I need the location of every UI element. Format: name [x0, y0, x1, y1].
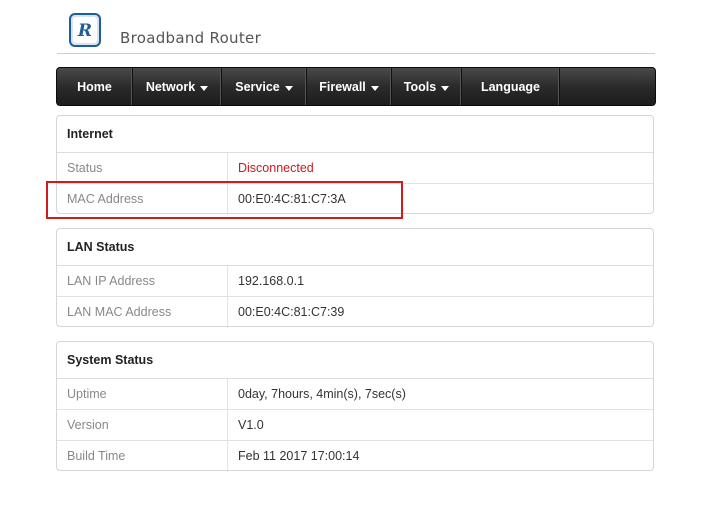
version-label: Version — [57, 410, 228, 440]
lan-ip-label: LAN IP Address — [57, 266, 228, 296]
nav-language[interactable]: Language — [462, 68, 560, 105]
table-row: Uptime 0day, 7hours, 4min(s), 7sec(s) — [57, 379, 653, 410]
table-row: LAN MAC Address 00:E0:4C:81:C7:39 — [57, 297, 653, 328]
lan-panel-title: LAN Status — [57, 229, 653, 266]
lan-mac-label: LAN MAC Address — [57, 297, 228, 328]
lan-mac-value: 00:E0:4C:81:C7:39 — [238, 305, 345, 319]
nav-firewall-label: Firewall — [319, 79, 366, 94]
nav-service[interactable]: Service — [222, 68, 307, 105]
caret-down-icon — [200, 86, 209, 91]
build-time-value: Feb 11 2017 17:00:14 — [238, 449, 360, 463]
table-row: Build Time Feb 11 2017 17:00:14 — [57, 441, 653, 472]
version-value: V1.0 — [238, 418, 264, 432]
status-value: Disconnected — [238, 161, 314, 175]
caret-down-icon — [370, 86, 379, 91]
table-row: Version V1.0 — [57, 410, 653, 441]
table-row: Status Disconnected — [57, 153, 653, 184]
caret-down-icon — [441, 86, 450, 91]
uptime-value: 0day, 7hours, 4min(s), 7sec(s) — [238, 387, 406, 401]
nav-tools[interactable]: Tools — [392, 68, 462, 105]
nav-language-label: Language — [480, 79, 541, 94]
nav-service-label: Service — [235, 79, 280, 94]
system-panel-title: System Status — [57, 342, 653, 379]
main-nav: Home Network Service Firewall Tools Lang… — [56, 67, 656, 106]
table-row: MAC Address 00:E0:4C:81:C7:3A — [57, 184, 653, 215]
system-status-panel: System Status Uptime 0day, 7hours, 4min(… — [56, 341, 654, 472]
router-logo-icon: R — [69, 13, 101, 47]
caret-down-icon — [284, 86, 293, 91]
mac-address-label: MAC Address — [57, 184, 228, 215]
lan-status-panel: LAN Status LAN IP Address 192.168.0.1 LA… — [56, 228, 654, 328]
nav-home-label: Home — [77, 79, 112, 94]
lan-ip-value: 192.168.0.1 — [238, 274, 305, 288]
nav-network-label: Network — [145, 79, 196, 94]
nav-home[interactable]: Home — [57, 68, 133, 105]
mac-address-value: 00:E0:4C:81:C7:3A — [238, 192, 346, 206]
logo-letter: R — [77, 21, 92, 41]
brand-title: Broadband Router — [120, 29, 262, 47]
status-label: Status — [57, 153, 228, 183]
internet-panel: Internet Status Disconnected MAC Address… — [56, 115, 654, 215]
internet-panel-title: Internet — [57, 116, 653, 153]
nav-network[interactable]: Network — [133, 68, 222, 105]
uptime-label: Uptime — [57, 379, 228, 409]
build-time-label: Build Time — [57, 441, 228, 472]
header-divider — [57, 53, 655, 54]
table-row: LAN IP Address 192.168.0.1 — [57, 266, 653, 297]
nav-tools-label: Tools — [403, 79, 437, 94]
nav-firewall[interactable]: Firewall — [307, 68, 392, 105]
